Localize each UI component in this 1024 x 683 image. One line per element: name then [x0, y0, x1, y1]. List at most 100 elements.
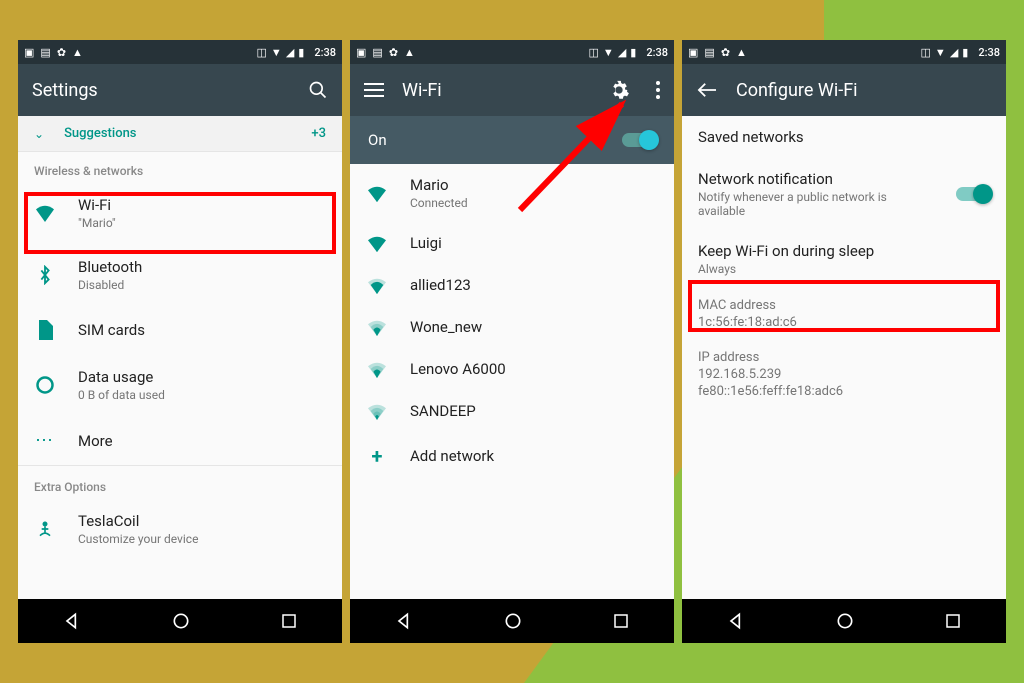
clock: 2:38	[646, 46, 668, 59]
notif-label: Network notification	[698, 170, 934, 188]
home-button[interactable]	[171, 611, 191, 631]
network-row[interactable]: allied123	[350, 264, 674, 306]
notification-toggle[interactable]	[956, 187, 990, 201]
recent-button[interactable]	[280, 612, 298, 630]
suggestions-count: +3	[311, 126, 326, 141]
gear-icon: ✿	[389, 46, 398, 59]
data-row[interactable]: Data usage 0 B of data used	[18, 354, 342, 416]
app-bar: Configure Wi-Fi	[682, 64, 1006, 116]
recent-button[interactable]	[944, 612, 962, 630]
back-button[interactable]	[726, 611, 746, 631]
image-icon: ▤	[372, 46, 382, 59]
ip-value2: fe80::1e56:feff:fe18:adc6	[698, 384, 990, 399]
settings-icon[interactable]	[608, 79, 630, 101]
clock: 2:38	[314, 46, 336, 59]
app-bar: Settings	[18, 64, 342, 116]
section-extra: Extra Options	[18, 465, 342, 498]
menu-icon[interactable]	[364, 82, 384, 98]
more-row[interactable]: ⋯ More	[18, 416, 342, 465]
network-name: allied123	[410, 276, 658, 294]
bluetooth-icon	[34, 265, 56, 285]
ip-row: IP address 192.168.5.239 fe80::1e56:feff…	[682, 340, 1006, 409]
home-button[interactable]	[503, 611, 523, 631]
wifi-signal-icon	[366, 318, 388, 336]
saved-networks-row[interactable]: Saved networks	[682, 116, 1006, 158]
suggestions-label: Suggestions	[64, 126, 136, 141]
chevron-down-icon: ⌄	[34, 127, 44, 141]
mac-row: MAC address 1c:56:fe:18:ad:c6	[682, 288, 1006, 340]
back-arrow-icon[interactable]	[696, 81, 718, 99]
app-bar: Wi-Fi	[350, 64, 674, 116]
suggestions-row[interactable]: ⌄ Suggestions +3	[18, 116, 342, 152]
network-notification-row[interactable]: Network notification Notify whenever a p…	[682, 158, 1006, 230]
phone-wifi: ▣ ▤ ✿ ▲ ◫ ▼ ◢ ▮ 2:38 Wi-Fi	[350, 40, 674, 643]
gear-icon: ✿	[721, 46, 730, 59]
wifi-row[interactable]: Wi-Fi "Mario"	[18, 182, 342, 244]
notification-icon: ▣	[356, 46, 366, 59]
wifi-label: Wi-Fi	[78, 196, 326, 214]
wifi-network-list: Mario Connected Luigi allied123 Wone_new…	[350, 164, 674, 599]
network-name: Mario	[410, 176, 658, 194]
page-title: Wi-Fi	[402, 80, 442, 101]
network-name: Wone_new	[410, 318, 658, 336]
sim-row[interactable]: SIM cards	[18, 306, 342, 354]
vibrate-icon: ◫	[589, 46, 599, 59]
wifi-signal-icon	[366, 360, 388, 378]
network-name: Luigi	[410, 234, 658, 252]
saved-label: Saved networks	[698, 128, 990, 146]
bluetooth-sub: Disabled	[78, 278, 326, 292]
battery-icon: ▮	[630, 46, 636, 59]
network-row[interactable]: Luigi	[350, 222, 674, 264]
network-row[interactable]: Mario Connected	[350, 164, 674, 222]
tesla-label: TeslaCoil	[78, 512, 326, 530]
network-row[interactable]: Wone_new	[350, 306, 674, 348]
network-row[interactable]: Lenovo A6000	[350, 348, 674, 390]
phone-settings: ▣ ▤ ✿ ▲ ◫ ▼ ◢ ▮ 2:38 Settings ⌄ Sugg	[18, 40, 342, 643]
back-button[interactable]	[62, 611, 82, 631]
recent-button[interactable]	[612, 612, 630, 630]
network-row[interactable]: SANDEEP	[350, 390, 674, 432]
ip-label: IP address	[698, 350, 990, 365]
battery-icon: ▮	[298, 46, 304, 59]
status-bar: ▣ ▤ ✿ ▲ ◫ ▼ ◢ ▮ 2:38	[682, 40, 1006, 64]
wifi-sub: "Mario"	[78, 216, 326, 230]
data-icon	[34, 375, 56, 395]
keep-on-row[interactable]: Keep Wi-Fi on during sleep Always	[682, 230, 1006, 288]
warning-icon: ▲	[404, 46, 415, 59]
wifi-status-icon: ▼	[603, 46, 614, 59]
search-icon[interactable]	[308, 80, 328, 100]
notification-icon: ▣	[688, 46, 698, 59]
wifi-signal-icon	[366, 184, 388, 202]
phone-configure: ▣ ▤ ✿ ▲ ◫ ▼ ◢ ▮ 2:38 Configure Wi-Fi Sav…	[682, 40, 1006, 643]
status-bar: ▣ ▤ ✿ ▲ ◫ ▼ ◢ ▮ 2:38	[350, 40, 674, 64]
warning-icon: ▲	[72, 46, 83, 59]
tesla-row[interactable]: TeslaCoil Customize your device	[18, 498, 342, 560]
add-network-row[interactable]: + Add network	[350, 432, 674, 480]
bluetooth-row[interactable]: Bluetooth Disabled	[18, 244, 342, 306]
nav-bar	[350, 599, 674, 643]
home-button[interactable]	[835, 611, 855, 631]
configure-list: Saved networks Network notification Noti…	[682, 116, 1006, 599]
wifi-signal-icon	[366, 402, 388, 420]
gear-icon: ✿	[57, 46, 66, 59]
tesla-sub: Customize your device	[78, 532, 326, 546]
page-title: Settings	[32, 80, 98, 101]
ip-value1: 192.168.5.239	[698, 367, 990, 382]
tesla-icon	[34, 519, 56, 539]
signal-icon: ◢	[618, 46, 626, 59]
wifi-signal-icon	[366, 276, 388, 294]
wifi-toggle[interactable]	[622, 133, 656, 147]
signal-icon: ◢	[286, 46, 294, 59]
overflow-icon[interactable]	[656, 81, 660, 99]
nav-bar	[682, 599, 1006, 643]
mac-value: 1c:56:fe:18:ad:c6	[698, 315, 990, 330]
add-network-label: Add network	[410, 447, 658, 465]
notification-icon: ▣	[24, 46, 34, 59]
data-label: Data usage	[78, 368, 326, 386]
battery-icon: ▮	[962, 46, 968, 59]
network-name: SANDEEP	[410, 402, 658, 420]
keep-label: Keep Wi-Fi on during sleep	[698, 242, 990, 260]
back-button[interactable]	[394, 611, 414, 631]
notif-sub: Notify whenever a public network is avai…	[698, 190, 934, 218]
wifi-status-icon: ▼	[271, 46, 282, 59]
